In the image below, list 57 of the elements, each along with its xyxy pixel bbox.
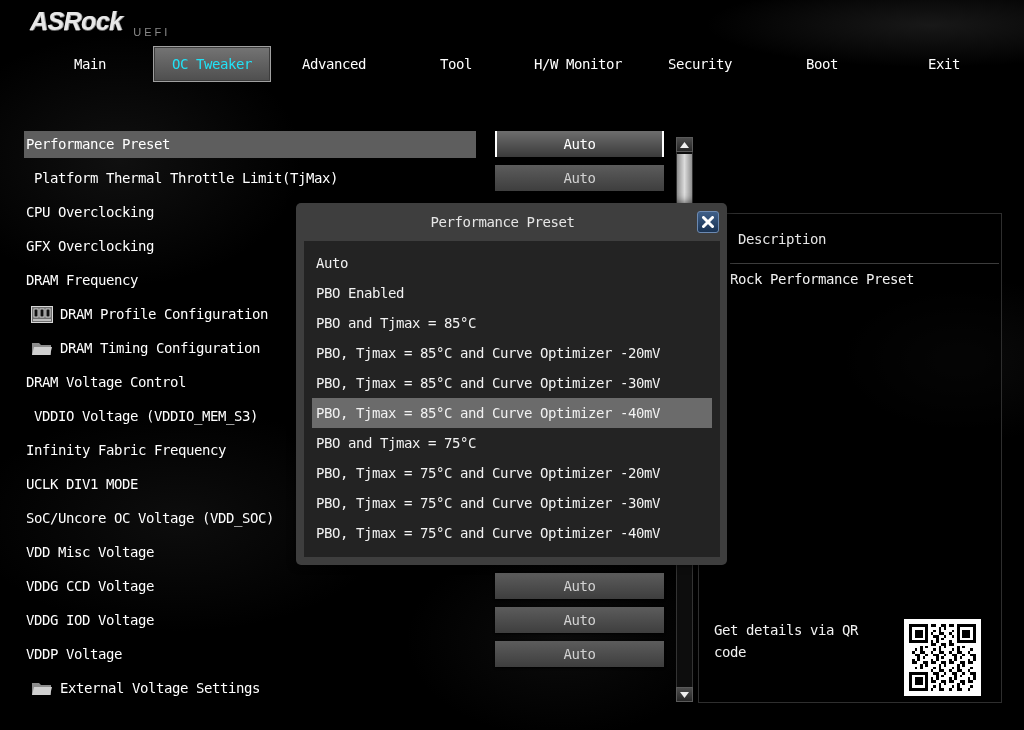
value-button[interactable]: Auto xyxy=(495,573,664,599)
menu-tab[interactable]: Exit xyxy=(885,46,1003,82)
setting-item[interactable]: DRAM Profile Configuration xyxy=(58,300,270,328)
menu-tab[interactable]: Boot xyxy=(763,46,881,82)
setting-item[interactable]: DRAM Timing Configuration xyxy=(58,334,262,362)
menu-tab[interactable]: Advanced xyxy=(275,46,393,82)
preset-option[interactable]: PBO, Tjmax = 85°C and Curve Optimizer -20mV xyxy=(312,338,712,368)
preset-option[interactable]: Auto xyxy=(312,248,712,278)
preset-option[interactable]: PBO, Tjmax = 85°C and Curve Optimizer -40mV xyxy=(312,398,712,428)
preset-option[interactable]: PBO, Tjmax = 75°C and Curve Optimizer -40mV xyxy=(312,518,712,548)
up-arrow-icon xyxy=(680,141,689,148)
close-button[interactable] xyxy=(697,211,719,233)
setting-item[interactable]: VDDG IOD Voltage xyxy=(24,606,156,634)
setting-item[interactable]: CPU Overclocking xyxy=(24,198,156,226)
description-heading: Description xyxy=(738,230,826,247)
menu-tab[interactable]: Tool xyxy=(397,46,515,82)
preset-option[interactable]: PBO, Tjmax = 75°C and Curve Optimizer -30mV xyxy=(312,488,712,518)
description-text: Rock Performance Preset xyxy=(730,271,914,287)
setting-item[interactable]: DRAM Frequency xyxy=(24,266,140,294)
scroll-up-button[interactable] xyxy=(676,137,693,152)
setting-item[interactable]: External Voltage Settings xyxy=(58,674,262,702)
folder-icon xyxy=(31,680,53,696)
preset-option[interactable]: PBO and Tjmax = 85°C xyxy=(312,308,712,338)
scrollbar-thumb[interactable] xyxy=(677,154,692,205)
setting-item[interactable]: Performance Preset xyxy=(24,130,476,158)
close-icon xyxy=(702,216,714,228)
value-button[interactable]: Auto xyxy=(495,641,664,667)
uefi-label: UEFI xyxy=(133,27,171,38)
setting-item[interactable]: VDD Misc Voltage xyxy=(24,538,156,566)
preset-option[interactable]: PBO Enabled xyxy=(312,278,712,308)
menu-tab[interactable]: H/W Monitor xyxy=(519,46,637,82)
setting-item[interactable]: VDDG CCD Voltage xyxy=(24,572,156,600)
preset-option[interactable]: PBO and Tjmax = 75°C xyxy=(312,428,712,458)
qr-hint-text: Get details via QR code xyxy=(714,621,860,662)
setting-item[interactable]: SoC/Uncore OC Voltage (VDD_SOC) xyxy=(24,504,276,532)
down-arrow-icon xyxy=(680,691,689,698)
setting-item[interactable]: DRAM Voltage Control xyxy=(24,368,188,396)
value-button[interactable]: Auto xyxy=(495,131,664,157)
setting-item[interactable]: Platform Thermal Throttle Limit(TjMax) xyxy=(32,164,340,192)
menu-tab[interactable]: Main xyxy=(31,46,149,82)
setting-item[interactable]: Infinity Fabric Frequency xyxy=(24,436,228,464)
value-button[interactable]: Auto xyxy=(495,165,664,191)
menu-tab[interactable]: Security xyxy=(641,46,759,82)
brand-logo: ASRock xyxy=(30,9,123,34)
scroll-down-button[interactable] xyxy=(676,687,693,702)
folder-icon xyxy=(31,340,53,356)
setting-item[interactable]: VDDIO Voltage (VDDIO_MEM_S3) xyxy=(32,402,260,430)
value-button[interactable]: Auto xyxy=(495,607,664,633)
setting-item[interactable]: UCLK DIV1 MODE xyxy=(24,470,140,498)
preset-option[interactable]: PBO, Tjmax = 75°C and Curve Optimizer -20mV xyxy=(312,458,712,488)
menu-tab[interactable]: OC Tweaker xyxy=(153,46,271,82)
popup-title: Performance Preset xyxy=(430,214,575,230)
preset-option[interactable]: PBO, Tjmax = 85°C and Curve Optimizer -30mV xyxy=(312,368,712,398)
setting-item[interactable]: GFX Overclocking xyxy=(24,232,156,260)
setting-item[interactable]: VDDP Voltage xyxy=(24,640,124,668)
memory-module-icon xyxy=(31,305,53,323)
qr-code-icon xyxy=(904,619,981,696)
